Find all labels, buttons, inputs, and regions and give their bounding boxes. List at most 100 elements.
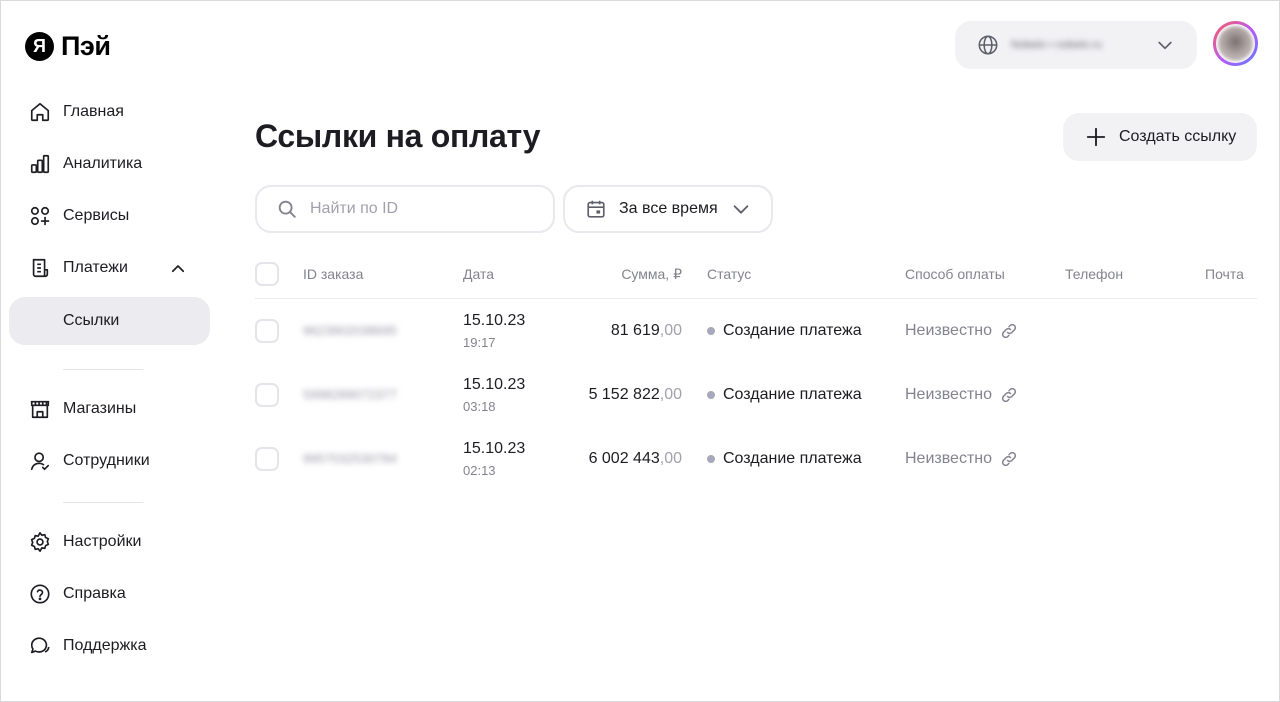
payment-method: Неизвестно — [905, 386, 1018, 404]
row-checkbox[interactable] — [255, 447, 279, 471]
sidebar-item-help[interactable]: Справка — [29, 582, 126, 606]
column-header-amount[interactable]: Сумма, ₽ — [522, 266, 682, 283]
settings-icon — [29, 531, 51, 553]
amount-kopecks: ,00 — [659, 450, 682, 467]
link-icon[interactable] — [1000, 386, 1018, 404]
logo-mark: Я — [25, 32, 54, 61]
order-id[interactable]: 9957032530784 — [303, 451, 397, 466]
services-icon — [29, 205, 51, 227]
order-amount: 5 152 822,00 — [522, 386, 682, 404]
link-icon[interactable] — [1000, 322, 1018, 340]
employees-icon — [29, 450, 51, 472]
payment-method: Неизвестно — [905, 322, 1018, 340]
avatar[interactable] — [1213, 21, 1258, 66]
period-select[interactable]: За все время — [563, 185, 773, 233]
column-header-payment-method[interactable]: Способ оплаты — [905, 266, 1005, 282]
calendar-icon — [587, 200, 605, 218]
app-frame: Я Пэй Главная Аналитика Сервисы Платежи … — [0, 0, 1280, 702]
shops-icon — [29, 398, 51, 420]
order-date: 15.10.23 — [463, 440, 526, 457]
create-link-label: Создать ссылку — [1119, 128, 1237, 145]
order-amount: 81 619,00 — [522, 322, 682, 340]
payment-method-label: Неизвестно — [905, 450, 993, 467]
merchant-selector[interactable]: Nobelo • nobelo.ru — [955, 21, 1197, 69]
search-field[interactable] — [255, 185, 555, 233]
status-dot — [707, 391, 715, 399]
select-all-checkbox[interactable] — [255, 262, 279, 286]
order-time: 03:18 — [463, 399, 496, 414]
order-time: 02:13 — [463, 463, 496, 478]
order-date: 15.10.23 — [463, 376, 526, 393]
sidebar-item-analytics[interactable]: Аналитика — [29, 152, 142, 176]
sidebar-item-label: Аналитика — [63, 155, 143, 172]
sidebar-item-label: Настройки — [63, 533, 142, 550]
order-id[interactable]: 5998289072377 — [303, 387, 397, 402]
status-label: Создание платежа — [723, 450, 862, 467]
sidebar-divider — [63, 502, 143, 503]
avatar-photo — [1218, 26, 1253, 61]
amount-kopecks: ,00 — [659, 386, 682, 403]
chevron-down-icon — [1158, 41, 1172, 50]
order-amount: 6 002 443,00 — [522, 450, 682, 468]
globe-icon — [978, 35, 998, 55]
merchant-name: Nobelo • nobelo.ru — [1011, 39, 1102, 51]
page-title: Ссылки на оплату — [255, 118, 541, 154]
sidebar-item-label: Сотрудники — [63, 452, 150, 469]
column-header-phone[interactable]: Телефон — [1065, 266, 1123, 282]
chevron-up-icon[interactable] — [169, 260, 187, 278]
amount-main: 6 002 443 — [588, 450, 660, 467]
column-header-order-id[interactable]: ID заказа — [303, 266, 363, 282]
status-label: Создание платежа — [723, 386, 862, 403]
payment-method-label: Неизвестно — [905, 386, 993, 403]
order-time: 19:17 — [463, 335, 496, 350]
amount-main: 81 619 — [610, 322, 660, 339]
analytics-icon — [29, 153, 51, 175]
row-checkbox[interactable] — [255, 319, 279, 343]
support-icon — [29, 635, 51, 657]
amount-kopecks: ,00 — [659, 322, 682, 339]
table-header-divider — [255, 298, 1257, 299]
column-header-status[interactable]: Статус — [707, 266, 751, 282]
order-status: Создание платежа — [707, 386, 862, 404]
sidebar-item-label: Главная — [63, 103, 124, 120]
sidebar-item-label: Магазины — [63, 400, 137, 417]
column-header-date[interactable]: Дата — [463, 266, 494, 282]
chevron-down-icon — [733, 205, 748, 214]
sidebar-item-payments[interactable]: Платежи — [29, 256, 128, 280]
period-select-label: За все время — [619, 200, 718, 217]
search-icon — [278, 200, 296, 218]
status-label: Создание платежа — [723, 322, 862, 339]
order-status: Создание платежа — [707, 322, 862, 340]
home-icon — [29, 101, 51, 123]
logo[interactable]: Я Пэй — [25, 31, 111, 62]
sidebar-item-settings[interactable]: Настройки — [29, 530, 141, 554]
help-icon — [29, 583, 51, 605]
create-link-button[interactable]: Создать ссылку — [1063, 113, 1257, 161]
sidebar-item-services[interactable]: Сервисы — [29, 204, 129, 228]
payment-method: Неизвестно — [905, 450, 1018, 468]
column-header-email[interactable]: Почта — [1205, 266, 1244, 282]
sidebar-item-label: Сервисы — [63, 207, 130, 224]
order-id[interactable]: 9623902038695 — [303, 323, 397, 338]
link-icon[interactable] — [1000, 450, 1018, 468]
sidebar-item-employees[interactable]: Сотрудники — [29, 449, 150, 473]
search-input[interactable] — [310, 200, 530, 218]
order-date: 15.10.23 — [463, 312, 526, 329]
sidebar-item-home[interactable]: Главная — [29, 100, 124, 124]
avatar-border — [1216, 24, 1255, 63]
logo-text: Пэй — [61, 31, 111, 61]
sidebar-item-shops[interactable]: Магазины — [29, 397, 136, 421]
sidebar-item-label: Справка — [63, 585, 126, 602]
sidebar-item-support[interactable]: Поддержка — [29, 634, 146, 658]
plus-icon — [1086, 127, 1106, 147]
row-checkbox[interactable] — [255, 383, 279, 407]
sidebar-item-label: Платежи — [63, 259, 128, 276]
amount-main: 5 152 822 — [588, 386, 660, 403]
order-status: Создание платежа — [707, 450, 862, 468]
status-dot — [707, 455, 715, 463]
payment-method-label: Неизвестно — [905, 322, 993, 339]
status-dot — [707, 327, 715, 335]
payments-icon — [29, 257, 51, 279]
sidebar-item-links[interactable]: Ссылки — [9, 297, 210, 345]
sidebar-item-label: Ссылки — [63, 312, 120, 329]
